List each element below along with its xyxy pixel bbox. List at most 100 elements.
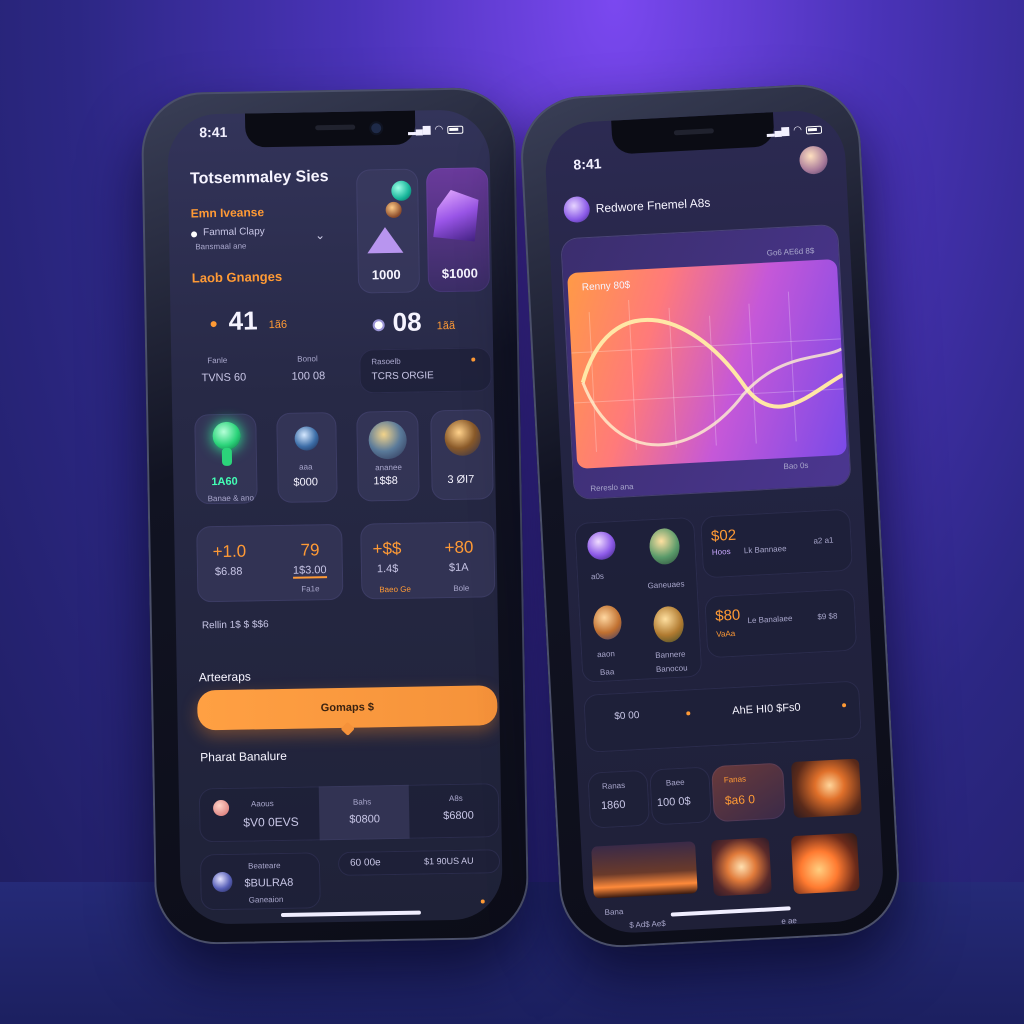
stat-b-card[interactable]: Rasoelb TCRS ORGIE: [359, 347, 492, 394]
preview-card[interactable]: $1000: [425, 167, 491, 293]
chart-footer-left: Rereslo ana: [590, 481, 634, 494]
status-icons: ▂▄▆ ◠: [766, 124, 823, 138]
footer-right: e ae: [781, 916, 798, 926]
status-dot: [686, 711, 691, 716]
list-item-value: $BULRA8: [244, 876, 294, 890]
section-heading: Arteeraps: [198, 669, 251, 685]
stat-b-dot: [374, 321, 383, 330]
list-item-col2-title: Bahs: [352, 797, 372, 807]
pair-card[interactable]: +$$ 1.4$ +80 $1A Baeo Ge Bole: [360, 521, 496, 600]
stat-row[interactable]: $02 Hoos Lk Bannaee a2 a1: [700, 508, 854, 579]
planet-icon: [368, 420, 408, 460]
stat-row-meta: Lk Bannaee: [743, 544, 787, 556]
preview-card[interactable]: 1000: [355, 168, 421, 294]
stat-b-card-label: Rasoelb: [371, 356, 401, 367]
city-night-image[interactable]: [591, 841, 698, 899]
grid-cell-value: $a6 0: [724, 792, 756, 808]
stat-a-value: 41: [228, 305, 258, 336]
pair-label: 1.4$: [376, 562, 399, 576]
signal-icon: ▂▄▆: [407, 124, 431, 136]
footer-label: Bana: [604, 907, 624, 918]
list-item-col3-value: $6800: [443, 809, 474, 823]
tile-label: Banae & ano: [207, 493, 255, 504]
orb-label: Ganeuaes: [647, 579, 685, 591]
grid-cell[interactable]: Baee 100 0$: [649, 766, 713, 826]
chart-top-right-label: Go6 AE6d 8$: [766, 246, 815, 258]
footer-sub: $ Ad$ Ae$: [629, 918, 666, 930]
profile-avatar[interactable]: [798, 145, 829, 175]
list-item[interactable]: Beateare $BULRA8 Ganeaion: [199, 852, 321, 911]
option-label: Fanmal Clapy: [202, 226, 265, 239]
pair-value: 79: [300, 540, 320, 560]
option-row[interactable]: Fanmal Clapy Bansmaal ane ⌄: [191, 224, 332, 256]
list-item-col3-value: $1 90US AU: [423, 855, 474, 867]
status-row-left: $0 00: [614, 709, 640, 723]
tile[interactable]: 1A60 Banae & ano: [194, 413, 258, 505]
battery-icon: [805, 125, 823, 134]
battery-icon: [447, 125, 464, 134]
chart-card[interactable]: Go6 AE6d 8$ Renny 80$ Rereslo ana Bao 0s: [561, 224, 851, 500]
pair-sub: Bole: [453, 583, 470, 593]
grid-cell-value: 100 0$: [656, 795, 691, 810]
signal-icon: ▂▄▆: [766, 125, 790, 138]
chart-footer-right: Bao 0s: [783, 460, 809, 472]
stat-row-extra: a2 a1: [813, 535, 834, 546]
tile[interactable]: aaa $000: [276, 411, 338, 503]
stat-a-col2-value: 100 08: [291, 370, 326, 383]
crystal-icon: [366, 226, 404, 254]
grid-cell[interactable]: Ranas 1860: [587, 769, 651, 829]
tile[interactable]: ananee 1$$8: [356, 410, 420, 502]
home-indicator[interactable]: [670, 906, 791, 917]
right-phone-screen: 8:41 ▂▄▆ ◠ Redwore Fnemel A8s Go6 AE6d 8…: [543, 108, 886, 936]
pair-sub: Baeo Ge: [379, 584, 411, 595]
list-item-sub: Ganeaion: [248, 894, 284, 905]
pair-sub: Fa1e: [301, 584, 320, 594]
section-heading: Pharat Banalure: [200, 748, 288, 765]
tile-label: ananee: [375, 462, 402, 473]
orb-label: Banocou: [655, 663, 688, 675]
stat-a-col1-value: TVNS 60: [201, 371, 247, 385]
list-item[interactable]: Aaous $V0 0EVS Bahs $0800 A8s $6800: [198, 783, 500, 843]
list-item-col2-value: 60 00e: [349, 857, 381, 869]
orb-label: a0s: [590, 571, 605, 582]
status-dot: [480, 899, 485, 904]
list-item-title: Beateare: [248, 861, 281, 871]
orb-panel: a0s Ganeuaes aaon Bannere Baa Banocou: [574, 516, 703, 683]
explosion-image[interactable]: [710, 837, 772, 897]
stat-row-extra: $9 $8: [817, 611, 838, 622]
orange-orb-icon: [648, 527, 681, 566]
primary-action-button[interactable]: Gomaps $: [197, 685, 498, 731]
tab-row[interactable]: Rellin 1$ $ $$6: [202, 619, 269, 631]
purple-orb-icon: [586, 531, 617, 561]
status-row[interactable]: $0 00 AhE HI0 $Fs0: [583, 680, 862, 753]
chevron-down-icon[interactable]: ⌄: [315, 228, 325, 242]
grid-cell[interactable]: Fanas $a6 0: [711, 762, 786, 823]
tile-value: $000: [293, 476, 318, 489]
pair-card[interactable]: +1.0 $6.88 79 1$3.00 Fa1e: [196, 523, 344, 603]
pair-label: $6.88: [214, 565, 243, 579]
list-item[interactable]: 60 00e $1 90US AU: [337, 849, 501, 876]
left-notch: [244, 110, 416, 148]
preview-value: $1000: [441, 265, 479, 282]
stat-b-unit: 1ãã: [436, 319, 456, 333]
stat-a-dot: [210, 321, 217, 328]
home-indicator[interactable]: [280, 910, 421, 918]
alien-figure-body: [221, 447, 233, 466]
pair-value: +1.0: [212, 541, 247, 562]
option-radio[interactable]: [191, 231, 198, 238]
stat-a-unit: 1ã6: [268, 318, 288, 332]
wifi-icon: ◠: [792, 124, 803, 137]
fire-landscape-image[interactable]: [790, 758, 862, 819]
left-phone-screen: 8:41 ▂▄▆ ◠ Totsemmaley Sies Emn Iveanse …: [166, 109, 504, 925]
preview-value: 1000: [371, 266, 401, 283]
tile[interactable]: 3 ØI7: [430, 409, 494, 501]
stat-b-card-dot: [471, 357, 476, 362]
list-item-value: $V0 0EVS: [243, 814, 299, 830]
stat-row-label: VaAa: [715, 628, 736, 639]
stat-row[interactable]: $80 VaAa Le Banalaee $9 $8: [704, 588, 858, 659]
stat-a-col1-label: Fanle: [207, 355, 228, 366]
page-title: Totsemmaley Sies: [189, 168, 329, 188]
volcano-image[interactable]: [790, 832, 860, 895]
section-subtitle: Emn Iveanse: [190, 205, 265, 221]
planet-icon: [385, 201, 402, 219]
